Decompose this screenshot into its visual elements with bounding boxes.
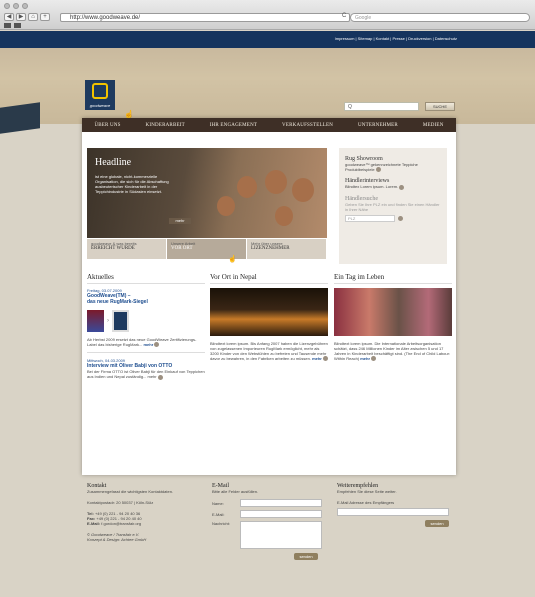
name-row: Name: (212, 499, 330, 507)
chevron-right-icon: › (107, 318, 109, 324)
site-search-input[interactable]: Q (344, 102, 419, 111)
subtab-erreicht[interactable]: goodweave & was bereits ERREICHT WURDE (87, 239, 167, 259)
nepal-text: Blindtext lorem ipsum. Bis Anfang 2007 h… (210, 341, 328, 362)
email-field[interactable] (240, 510, 322, 518)
reload-icon[interactable]: C (342, 13, 346, 19)
nepal-column: Vor Ort in Nepal Blindtext lorem ipsum. … (210, 273, 328, 362)
arrow-icon[interactable] (322, 356, 328, 362)
recipient-email-field[interactable] (337, 508, 449, 516)
nav-ueber-uns[interactable]: ÜBER UNS (94, 123, 120, 128)
nav-unternehmer[interactable]: UNTERNEHMER (358, 123, 398, 128)
bookmarks-bar (4, 23, 21, 28)
aktuelles-column: Aktuelles Freitag, 03.07.2009 GoodWeave(… (87, 273, 205, 380)
seal-images: › (87, 310, 205, 332)
email-sub: Bitte alle Felder ausfüllen. (212, 489, 259, 494)
hero-title: Headline (95, 157, 132, 168)
hero-text: ist eine globale, nicht-kommerzielle Org… (95, 174, 169, 194)
rug-showroom-text: goodweave™ gekennzeichnete Teppiche Prod… (345, 162, 418, 173)
nepal-photo[interactable] (210, 288, 328, 336)
weiter-sub: Empfehlen Sie diese Seite weiter. (337, 489, 397, 494)
tag-photo[interactable] (334, 288, 452, 336)
nepal-title: Vor Ort in Nepal (210, 273, 328, 284)
send-row: senden (212, 553, 330, 560)
plz-submit-icon[interactable] (398, 215, 403, 221)
forward-button[interactable]: ▶ (16, 13, 26, 21)
address: Kontaktpostadr: 20 50037 | Köln-Sülz (87, 500, 154, 505)
hero-photo (237, 176, 257, 198)
arrow-icon[interactable] (399, 184, 405, 190)
browser-chrome: ◀ ▶ ⌂ + http://www.goodweave.de/ C Googl… (0, 0, 535, 30)
weiter-row (337, 508, 455, 516)
footer-weiter: Weiterempfehlen Empfehlen Sie diese Seit… (337, 483, 455, 527)
arrow-icon[interactable] (157, 374, 163, 380)
hero-more-button[interactable]: mehr (169, 218, 191, 224)
message-field[interactable] (240, 521, 322, 549)
send-button[interactable]: senden (294, 553, 318, 560)
content-page: ÜBER UNS KINDERARBEIT IHR ENGAGEMENT VER… (82, 118, 456, 475)
hand-cursor-icon: ☝ (228, 256, 237, 263)
name-field[interactable] (240, 499, 322, 507)
goodweave-logo[interactable]: goodweave (85, 80, 115, 110)
divider (87, 352, 205, 354)
mail-row: E-Mail: (212, 510, 330, 518)
goodweave-seal-image (112, 310, 129, 332)
aktuelles-title: Aktuelles (87, 273, 205, 284)
nav-verkaufsstellen[interactable]: VERKAUFSSTELLEN (282, 123, 333, 128)
main-nav: ÜBER UNS KINDERARBEIT IHR ENGAGEMENT VER… (82, 118, 456, 132)
add-bookmark-button[interactable]: + (40, 13, 50, 21)
home-button[interactable]: ⌂ (28, 13, 38, 21)
tag-text: Blindtext lorem ipsum. Die International… (334, 341, 451, 362)
browser-nav: ◀ ▶ ⌂ + (4, 13, 50, 21)
email-link[interactable]: f.gordon@transfair.org (101, 521, 141, 526)
news-title-line2[interactable]: das neue RugMark-Siegel (87, 299, 205, 305)
window-controls[interactable] (4, 3, 28, 9)
hero-banner[interactable]: Headline ist eine globale, nicht-kommerz… (87, 148, 327, 238)
plz-input[interactable]: PLZ (345, 214, 395, 222)
email-line: E-Mail: f.gordon@transfair.org (87, 521, 142, 526)
news-text: Bei der Firma OTTO ist Oliver Babji für … (87, 369, 205, 380)
top-bar: Impressum | Sitemap | Kontakt | Presse |… (0, 31, 535, 48)
nav-medien[interactable]: MEDIEN (423, 123, 444, 128)
arrow-icon[interactable] (375, 167, 381, 173)
subtabs: goodweave & was bereits ERREICHT WURDE Un… (87, 239, 327, 259)
logo-text: goodweave (89, 103, 111, 108)
tag-title: Ein Tag im Leben (334, 273, 452, 284)
header (0, 48, 535, 124)
url-bar[interactable]: http://www.goodweave.de/ (60, 13, 350, 22)
right-column: Rug Showroom goodweave™ gekennzeichnete … (339, 148, 447, 264)
message-row: Nachricht: (212, 521, 330, 549)
arrow-icon[interactable] (154, 342, 160, 348)
nav-kinderarbeit[interactable]: KINDERARBEIT (146, 123, 185, 128)
footer: Kontakt Zusammengefasst die wichtigsten … (82, 483, 456, 583)
footer-email-form: E-Mail Bitte alle Felder ausfüllen. Name… (212, 483, 330, 560)
rugmark-seal-image (87, 310, 104, 332)
haendler-text: Blindtex Lorem ipsum. Lorem. (345, 184, 441, 190)
haendlersuche-text: Geben Sie Ihre PLZ ein und finden Sie ei… (345, 201, 440, 212)
back-button[interactable]: ◀ (4, 13, 14, 21)
subtab-lizenznehmer[interactable]: Mehr über unsere LIZENZNEHMER (247, 239, 327, 259)
weiter-label: E-Mail Adresse des Empfängers (337, 500, 395, 505)
search-button[interactable]: SUCHE (425, 102, 455, 111)
news-text: Ab Herbst 2009 ersetzt das neue GoodWeav… (87, 337, 197, 348)
arrow-icon[interactable] (371, 356, 377, 362)
bookmarks-icon[interactable] (4, 23, 11, 28)
nav-engagement[interactable]: IHR ENGAGEMENT (210, 123, 257, 128)
weiter-send-row: senden (337, 520, 455, 527)
kontakt-sub: Zusammengefasst die wichtigsten Kontaktd… (87, 489, 174, 494)
corner-fold (0, 102, 40, 134)
logo-mark-icon (92, 83, 108, 99)
weiter-send-button[interactable]: senden (425, 520, 449, 527)
credit-2: Konzept & Design: Achtee GmbH (87, 537, 147, 542)
footer-kontakt: Kontakt Zusammengefasst die wichtigsten … (87, 483, 205, 542)
grid-icon[interactable] (14, 23, 21, 28)
google-search-input[interactable]: Google (350, 13, 530, 22)
utility-links[interactable]: Impressum | Sitemap | Kontakt | Presse |… (335, 36, 457, 41)
tag-column: Ein Tag im Leben Blindtext lorem ipsum. … (334, 273, 452, 362)
plz-form: PLZ (345, 214, 441, 222)
